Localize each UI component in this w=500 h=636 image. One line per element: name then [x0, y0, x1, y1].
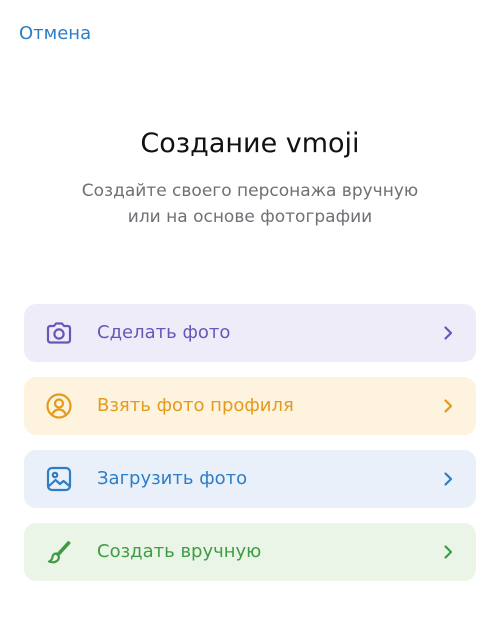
subtitle-line-2: или на основе фотографии [127, 207, 373, 227]
create-manually-label: Создать вручную [97, 541, 262, 562]
take-photo-label: Сделать фото [97, 322, 231, 343]
user-circle-icon [44, 391, 74, 421]
use-profile-photo-button[interactable]: Взять фото профиля [24, 377, 476, 435]
page-subtitle: Создайте своего персонажа вручную или на… [0, 178, 500, 230]
subtitle-line-1: Создайте своего персонажа вручную [81, 181, 419, 201]
options-list: Сделать фото Взять фото профиля Загрузит… [24, 304, 476, 596]
chevron-right-icon [438, 396, 458, 416]
page-title: Создание vmoji [140, 128, 360, 159]
brush-icon [44, 537, 74, 567]
image-icon [44, 464, 74, 494]
chevron-right-icon [438, 542, 458, 562]
take-photo-button[interactable]: Сделать фото [24, 304, 476, 362]
camera-icon [44, 318, 74, 348]
vmoji-create-screen: Отмена Создание vmoji Создайте своего пе… [0, 0, 500, 636]
chevron-right-icon [438, 323, 458, 343]
create-manually-button[interactable]: Создать вручную [24, 523, 476, 581]
use-profile-photo-label: Взять фото профиля [97, 395, 294, 416]
chevron-right-icon [438, 469, 458, 489]
upload-photo-button[interactable]: Загрузить фото [24, 450, 476, 508]
cancel-button[interactable]: Отмена [19, 22, 91, 46]
upload-photo-label: Загрузить фото [97, 468, 248, 489]
